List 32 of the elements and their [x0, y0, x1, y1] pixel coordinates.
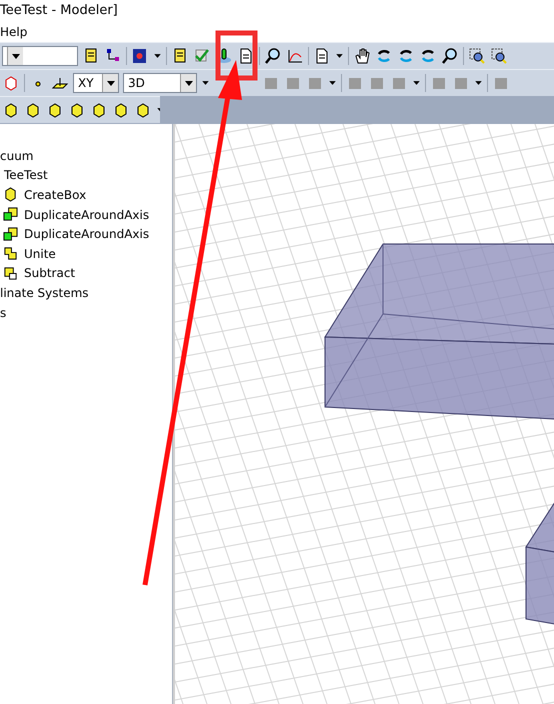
dropdown-arrow-icon — [184, 80, 192, 86]
subtract-icon — [3, 266, 18, 281]
tree-item[interactable]: s — [0, 306, 6, 320]
duplicate-icon — [3, 207, 18, 222]
rotate-icon[interactable] — [397, 47, 415, 65]
tree-item[interactable]: CreateBox — [24, 188, 86, 202]
magnifier-icon[interactable] — [264, 47, 282, 65]
tree-item[interactable]: cuum — [0, 148, 34, 163]
duplicate-icon — [3, 226, 18, 242]
tree-item[interactable]: Unite — [24, 246, 56, 261]
tree-item[interactable]: TeeTest — [4, 168, 48, 182]
window-title: TeeTest - Modeler] — [0, 3, 118, 18]
plane-dropdown[interactable]: XY — [73, 73, 119, 93]
rotate-icon[interactable] — [375, 47, 393, 65]
unite-icon — [3, 246, 18, 262]
project-dropdown[interactable] — [2, 46, 78, 66]
tree-item[interactable]: DuplicateAroundAxis — [24, 208, 150, 222]
rotate-icon[interactable] — [419, 47, 437, 65]
highlight-frame — [216, 30, 258, 80]
pan-icon[interactable] — [353, 47, 371, 65]
tree-item[interactable]: linate Systems — [0, 286, 89, 300]
dropdown-arrow-icon — [12, 54, 20, 58]
zoom-icon[interactable] — [468, 47, 486, 65]
tree-item[interactable]: Subtract — [24, 266, 76, 280]
zoom-icon[interactable] — [490, 47, 508, 65]
plot-icon[interactable] — [286, 47, 304, 65]
tree-item[interactable]: DuplicateAroundAxis — [24, 227, 150, 242]
menu-item[interactable]: Help — [0, 24, 36, 38]
box-icon — [3, 187, 18, 202]
magnifier-icon[interactable] — [441, 47, 459, 65]
dropdown-arrow-icon — [106, 80, 114, 86]
view-dropdown[interactable]: 3D — [123, 73, 197, 93]
